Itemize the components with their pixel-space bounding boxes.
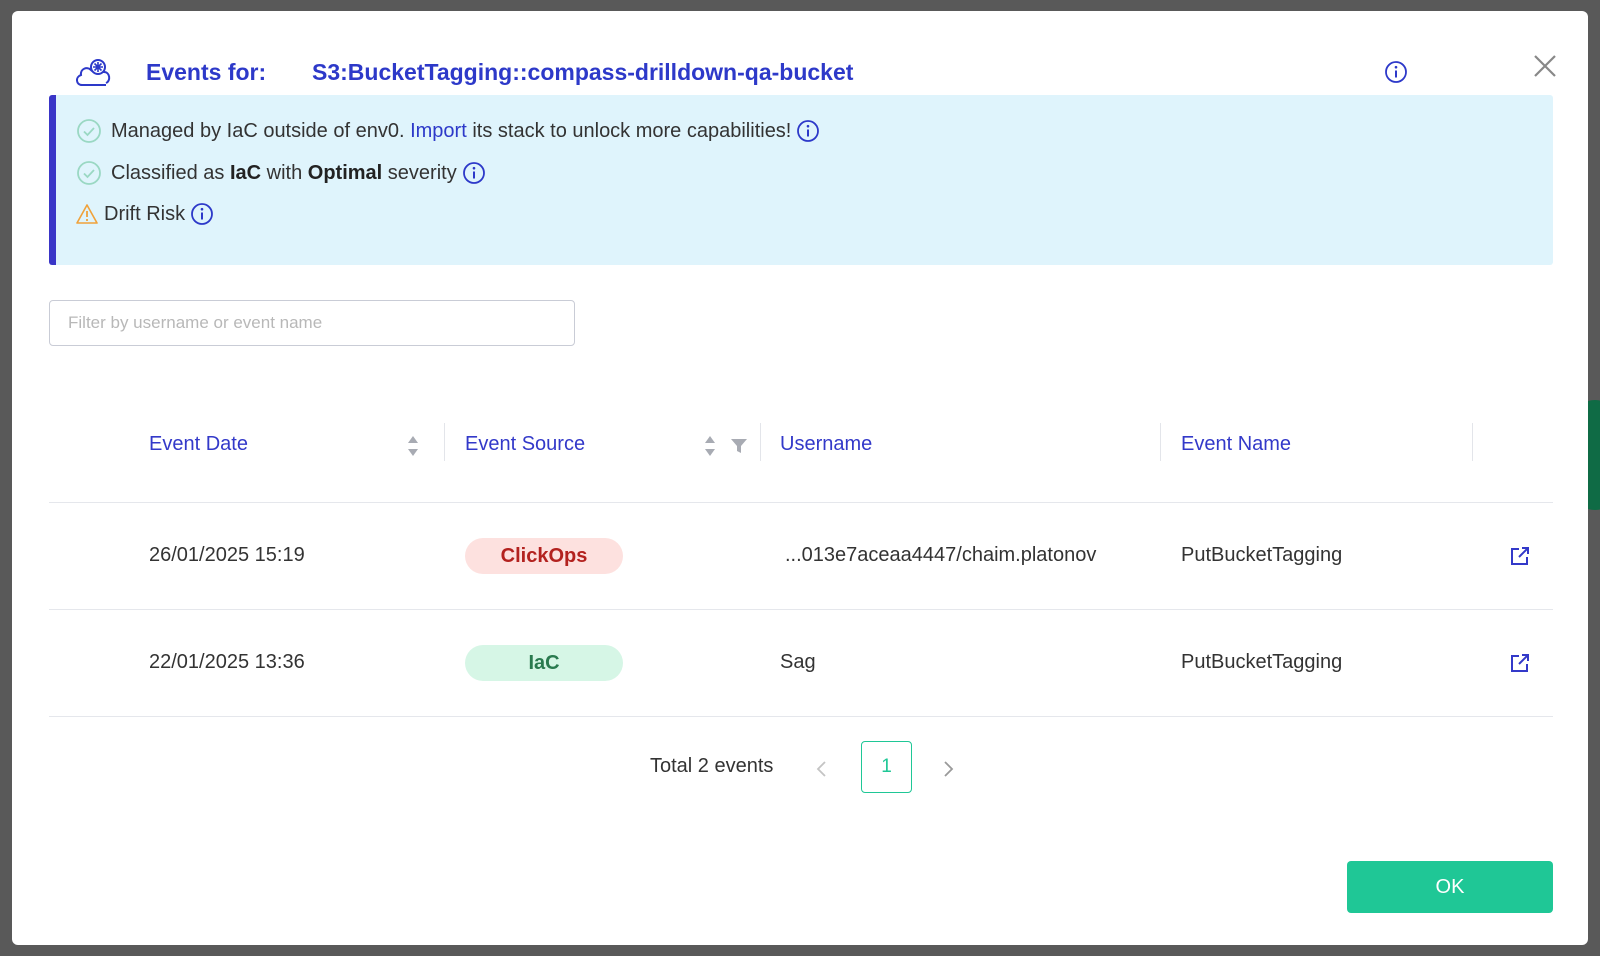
event-date: 22/01/2025 13:36 xyxy=(149,651,305,673)
sort-icon[interactable] xyxy=(406,433,420,459)
chevron-right-icon[interactable] xyxy=(938,757,958,781)
external-link-icon[interactable] xyxy=(1509,545,1531,567)
info-icon[interactable] xyxy=(796,119,820,143)
column-divider xyxy=(1160,423,1161,461)
cloud-resource-icon xyxy=(76,59,111,86)
classified-prefix: Classified as xyxy=(111,161,225,184)
header-label: Events for: xyxy=(146,59,267,85)
table-header: Event Date Event Source Username Event N… xyxy=(49,411,1553,503)
classified-severity: Optimal xyxy=(307,161,383,184)
event-name: PutBucketTagging xyxy=(1181,544,1343,566)
username: ...013e7aceaa4447/chaim.platonov xyxy=(785,544,1097,566)
source-badge-clickops: ClickOps xyxy=(465,538,623,574)
username: Sag xyxy=(780,651,816,673)
ok-button[interactable]: OK xyxy=(1347,861,1553,913)
modal-header: Events for: S3:BucketTagging::compass-dr… xyxy=(12,11,1588,106)
column-divider xyxy=(760,423,761,461)
close-icon[interactable] xyxy=(1532,53,1558,79)
status-banner: Managed by IaC outside of env0. Import i… xyxy=(49,95,1553,265)
managed-by-iac-row: Managed by IaC outside of env0. Import i… xyxy=(76,118,820,144)
event-name: PutBucketTagging xyxy=(1181,651,1343,673)
table-row[interactable]: 22/01/2025 13:36 IaC Sag PutBucketTaggin… xyxy=(49,610,1553,717)
events-table: Event Date Event Source Username Event N… xyxy=(49,411,1553,717)
column-divider xyxy=(1472,423,1473,461)
classified-suffix: severity xyxy=(387,161,457,184)
resource-name: S3:BucketTagging::compass-drilldown-qa-b… xyxy=(312,59,854,85)
column-divider xyxy=(444,423,445,461)
column-username[interactable]: Username xyxy=(780,433,872,456)
table-row[interactable]: 26/01/2025 15:19 ClickOps ...013e7aceaa4… xyxy=(49,503,1553,610)
drift-risk-label: Drift Risk xyxy=(104,202,186,225)
external-link-icon[interactable] xyxy=(1509,652,1531,674)
column-event-name[interactable]: Event Name xyxy=(1181,433,1291,456)
managed-prefix: Managed by IaC outside of env0. xyxy=(111,119,405,142)
column-event-source[interactable]: Event Source xyxy=(465,433,585,456)
sort-icon[interactable] xyxy=(703,433,717,459)
import-link[interactable]: Import xyxy=(410,120,467,143)
event-date: 26/01/2025 15:19 xyxy=(149,544,305,566)
check-circle-icon xyxy=(77,161,101,185)
check-circle-icon xyxy=(77,119,101,143)
info-icon[interactable] xyxy=(462,161,486,185)
managed-suffix: its stack to unlock more capabilities! xyxy=(472,119,792,142)
pagination: Total 2 events 1 xyxy=(12,741,1588,793)
drift-risk-row: Drift Risk xyxy=(76,202,214,226)
info-icon[interactable] xyxy=(1384,60,1408,84)
classification-row: Classified as IaC with Optimal severity xyxy=(76,160,486,186)
chevron-left-icon[interactable] xyxy=(812,757,832,781)
total-events: Total 2 events xyxy=(650,755,774,777)
warning-icon xyxy=(76,204,98,224)
classified-mid: with xyxy=(266,161,303,184)
filter-icon[interactable] xyxy=(730,437,748,455)
events-modal: Events for: S3:BucketTagging::compass-dr… xyxy=(12,11,1588,945)
info-icon[interactable] xyxy=(190,202,214,226)
page-button-current[interactable]: 1 xyxy=(861,741,912,793)
classified-type: IaC xyxy=(229,161,262,184)
column-event-date[interactable]: Event Date xyxy=(149,433,248,456)
filter-input[interactable] xyxy=(49,300,575,346)
source-badge-iac: IaC xyxy=(465,645,623,681)
